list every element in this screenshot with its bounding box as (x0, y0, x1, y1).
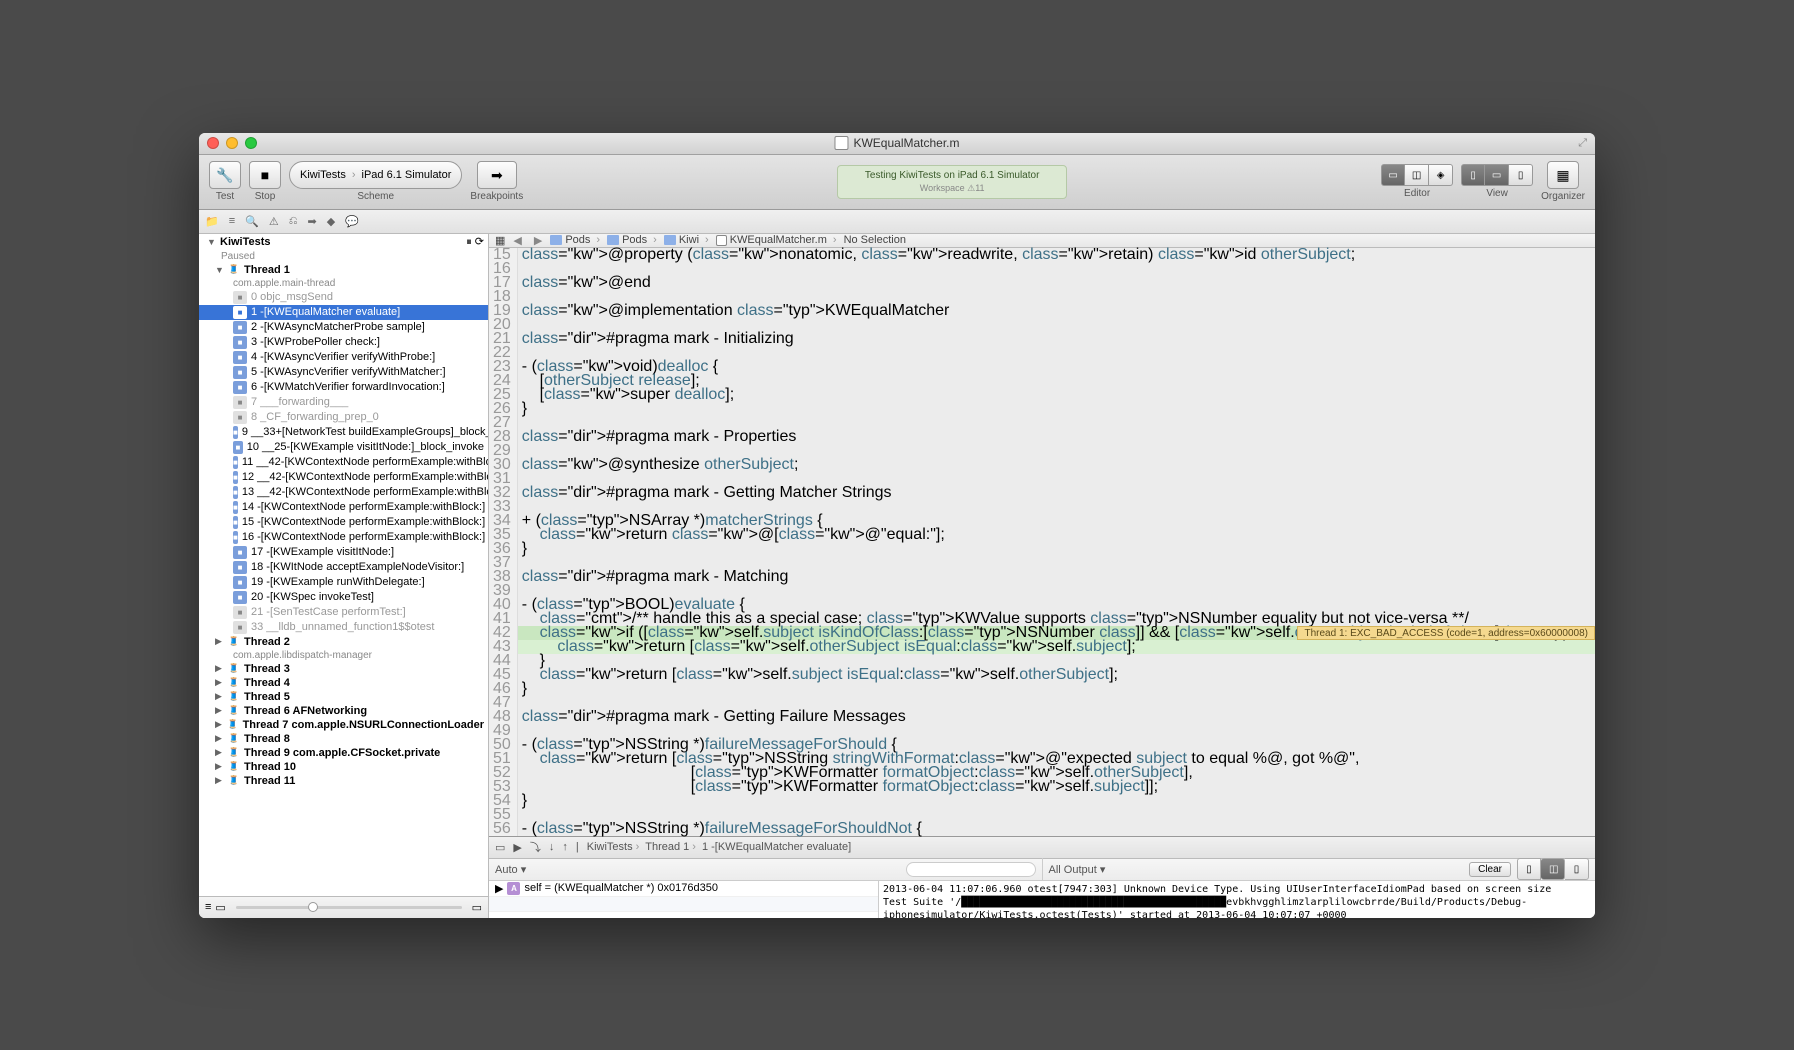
related-items-icon: ▦ (495, 234, 505, 247)
nav-debug-icon: ➡ (308, 215, 317, 228)
stack-frame[interactable]: ■0 objc_msgSend (199, 290, 488, 305)
stack-frame[interactable]: ■3 -[KWProbePoller check:] (199, 335, 488, 350)
variables-view[interactable]: ▶Aself = (KWEqualMatcher *) 0x0176d350 (489, 881, 879, 918)
detail-slider[interactable] (236, 906, 462, 909)
stack-frame[interactable]: ■8 _CF_forwarding_prep_0 (199, 410, 488, 425)
window-title: KWEqualMatcher.m (834, 136, 959, 150)
thread-row[interactable]: ▶🧵Thread 9 com.apple.CFSocket.private (199, 746, 488, 760)
thread-row[interactable]: ▶🧵Thread 5 (199, 690, 488, 704)
variables-search[interactable] (906, 862, 1036, 877)
toggle-debug-icon: ▭ (495, 841, 505, 854)
nav-file-icon: 📁 (205, 215, 219, 228)
debug-navigator: ▼KiwiTests⏸ ⟳Paused▼🧵Thread 1com.apple.m… (199, 234, 489, 918)
stack-frame[interactable]: ■33 __lldb_unnamed_function1$$otest (199, 620, 488, 635)
stack-frame[interactable]: ■10 __25-[KWExample visitItNode:]_block_… (199, 440, 488, 455)
stack-frame[interactable]: ■12 __42-[KWContextNode performExample:w… (199, 470, 488, 485)
thread-row[interactable]: ▶🧵Thread 10 (199, 760, 488, 774)
thread-row[interactable]: ▶🧵Thread 7 com.apple.NSURLConnectionLoad… (199, 718, 488, 732)
toolbar: 🔧 Test ■ Stop KiwiTests › iPad 6.1 Simul… (199, 155, 1595, 210)
navigator-footer: ≡ ▭ ▭ (199, 896, 488, 918)
xcode-window: KWEqualMatcher.m ⤢ 🔧 Test ■ Stop KiwiTes… (199, 133, 1595, 918)
zoom-button[interactable] (245, 137, 257, 149)
view-segmented[interactable]: ▯▭▯ (1461, 164, 1533, 186)
thread-list[interactable]: ▼KiwiTests⏸ ⟳Paused▼🧵Thread 1com.apple.m… (199, 234, 488, 896)
continue-icon: ▶ (513, 841, 521, 854)
titlebar[interactable]: KWEqualMatcher.m ⤢ (199, 133, 1595, 155)
stack-frame[interactable]: ■11 __42-[KWContextNode performExample:w… (199, 455, 488, 470)
footer-icon[interactable]: ▭ (215, 901, 225, 914)
step-out-icon: ↑ (562, 841, 568, 853)
nav-symbol-icon: ≡ (229, 215, 235, 227)
variables-scope-popup[interactable]: Auto ▾ (495, 863, 526, 876)
scheme-selector[interactable]: KiwiTests › iPad 6.1 Simulator (289, 161, 462, 189)
stack-frame[interactable]: ■14 -[KWContextNode performExample:withB… (199, 500, 488, 515)
nav-test-icon: ⎌ (289, 215, 298, 228)
stack-frame[interactable]: ■18 -[KWItNode acceptExampleNodeVisitor:… (199, 560, 488, 575)
nav-log-icon: 💬 (345, 215, 359, 228)
nav-issue-icon: ⚠ (269, 215, 279, 228)
stack-frame[interactable]: ■20 -[KWSpec invokeTest] (199, 590, 488, 605)
file-icon (834, 136, 848, 150)
stack-frame[interactable]: ■19 -[KWExample runWithDelegate:] (199, 575, 488, 590)
debug-bar[interactable]: ▭ ▶ ⤵ ↓ ↑ | KiwiTests Thread 1 1 -[KWEqu… (489, 837, 1595, 859)
stack-frame[interactable]: ■7 ___forwarding___ (199, 395, 488, 410)
step-over-icon: ⤵ (530, 839, 541, 855)
console-view[interactable]: 2013-06-04 11:07:06.960 otest[7947:303] … (879, 881, 1595, 918)
organizer-button[interactable]: ▦ Organizer (1541, 161, 1585, 202)
step-into-icon: ↓ (549, 841, 555, 853)
debug-filter-bar: Auto ▾ All Output ▾ Clear ▯◫▯ (489, 859, 1595, 881)
stack-frame[interactable]: ■17 -[KWExample visitItNode:] (199, 545, 488, 560)
stop-button[interactable]: ■ Stop (249, 161, 281, 202)
editor-area: ▦ ◀ ▶ Pods Pods Kiwi KWEqualMatcher.m No… (489, 234, 1595, 918)
stack-frame[interactable]: ■16 -[KWContextNode performExample:withB… (199, 530, 488, 545)
window-title-text: KWEqualMatcher.m (853, 136, 959, 150)
thread-row[interactable]: ▶🧵Thread 4 (199, 676, 488, 690)
minimize-button[interactable] (226, 137, 238, 149)
thread-row[interactable]: ▶🧵Thread 3 (199, 662, 488, 676)
stack-frame[interactable]: ■5 -[KWAsyncVerifier verifyWithMatcher:] (199, 365, 488, 380)
close-button[interactable] (207, 137, 219, 149)
traffic-lights (207, 137, 257, 149)
error-annotation[interactable]: Thread 1: EXC_BAD_ACCESS (code=1, addres… (1297, 626, 1595, 640)
stack-frame[interactable]: ■21 -[SenTestCase performTest:] (199, 605, 488, 620)
stack-frame[interactable]: ■6 -[KWMatchVerifier forwardInvocation:] (199, 380, 488, 395)
stack-frame[interactable]: ■15 -[KWContextNode performExample:withB… (199, 515, 488, 530)
thread-row[interactable]: ▶🧵Thread 2 (199, 635, 488, 649)
footer-icon[interactable]: ▭ (472, 901, 482, 914)
console-scope-popup[interactable]: All Output ▾ (1049, 863, 1106, 876)
nav-breakpoint-icon: ◆ (327, 215, 335, 228)
stack-frame[interactable]: ■13 __42-[KWContextNode performExample:w… (199, 485, 488, 500)
thread-row[interactable]: ▶🧵Thread 8 (199, 732, 488, 746)
navigator-selector[interactable]: 📁 ≡ 🔍 ⚠ ⎌ ➡ ◆ 💬 (199, 210, 1595, 234)
main-split: ▼KiwiTests⏸ ⟳Paused▼🧵Thread 1com.apple.m… (199, 234, 1595, 918)
thread-row[interactable]: ▶🧵Thread 11 (199, 774, 488, 788)
editor-mode-segmented[interactable]: ▭◫◈ (1381, 164, 1453, 186)
fullscreen-icon[interactable]: ⤢ (1578, 137, 1587, 150)
clear-button[interactable]: Clear (1469, 862, 1511, 877)
stack-frame[interactable]: ■2 -[KWAsyncMatcherProbe sample] (199, 320, 488, 335)
breakpoints-button[interactable]: ➡ Breakpoints (470, 161, 523, 202)
stack-frame[interactable]: ■1 -[KWEqualMatcher evaluate] (199, 305, 488, 320)
stack-frame[interactable]: ■9 __33+[NetworkTest buildExampleGroups]… (199, 425, 488, 440)
thread-row[interactable]: ▶🧵Thread 6 AFNetworking (199, 704, 488, 718)
source-editor[interactable]: 1516171819202122232425262728293031323334… (489, 248, 1595, 836)
nav-search-icon: 🔍 (245, 215, 259, 228)
stack-frame[interactable]: ■4 -[KWAsyncVerifier verifyWithProbe:] (199, 350, 488, 365)
debug-view-seg[interactable]: ▯◫▯ (1517, 858, 1589, 880)
footer-icon[interactable]: ≡ (205, 901, 211, 913)
run-test-button[interactable]: 🔧 Test (209, 161, 241, 202)
debug-area: ▭ ▶ ⤵ ↓ ↑ | KiwiTests Thread 1 1 -[KWEqu… (489, 836, 1595, 918)
activity-viewer: Testing KiwiTests on iPad 6.1 Simulator … (837, 165, 1067, 199)
